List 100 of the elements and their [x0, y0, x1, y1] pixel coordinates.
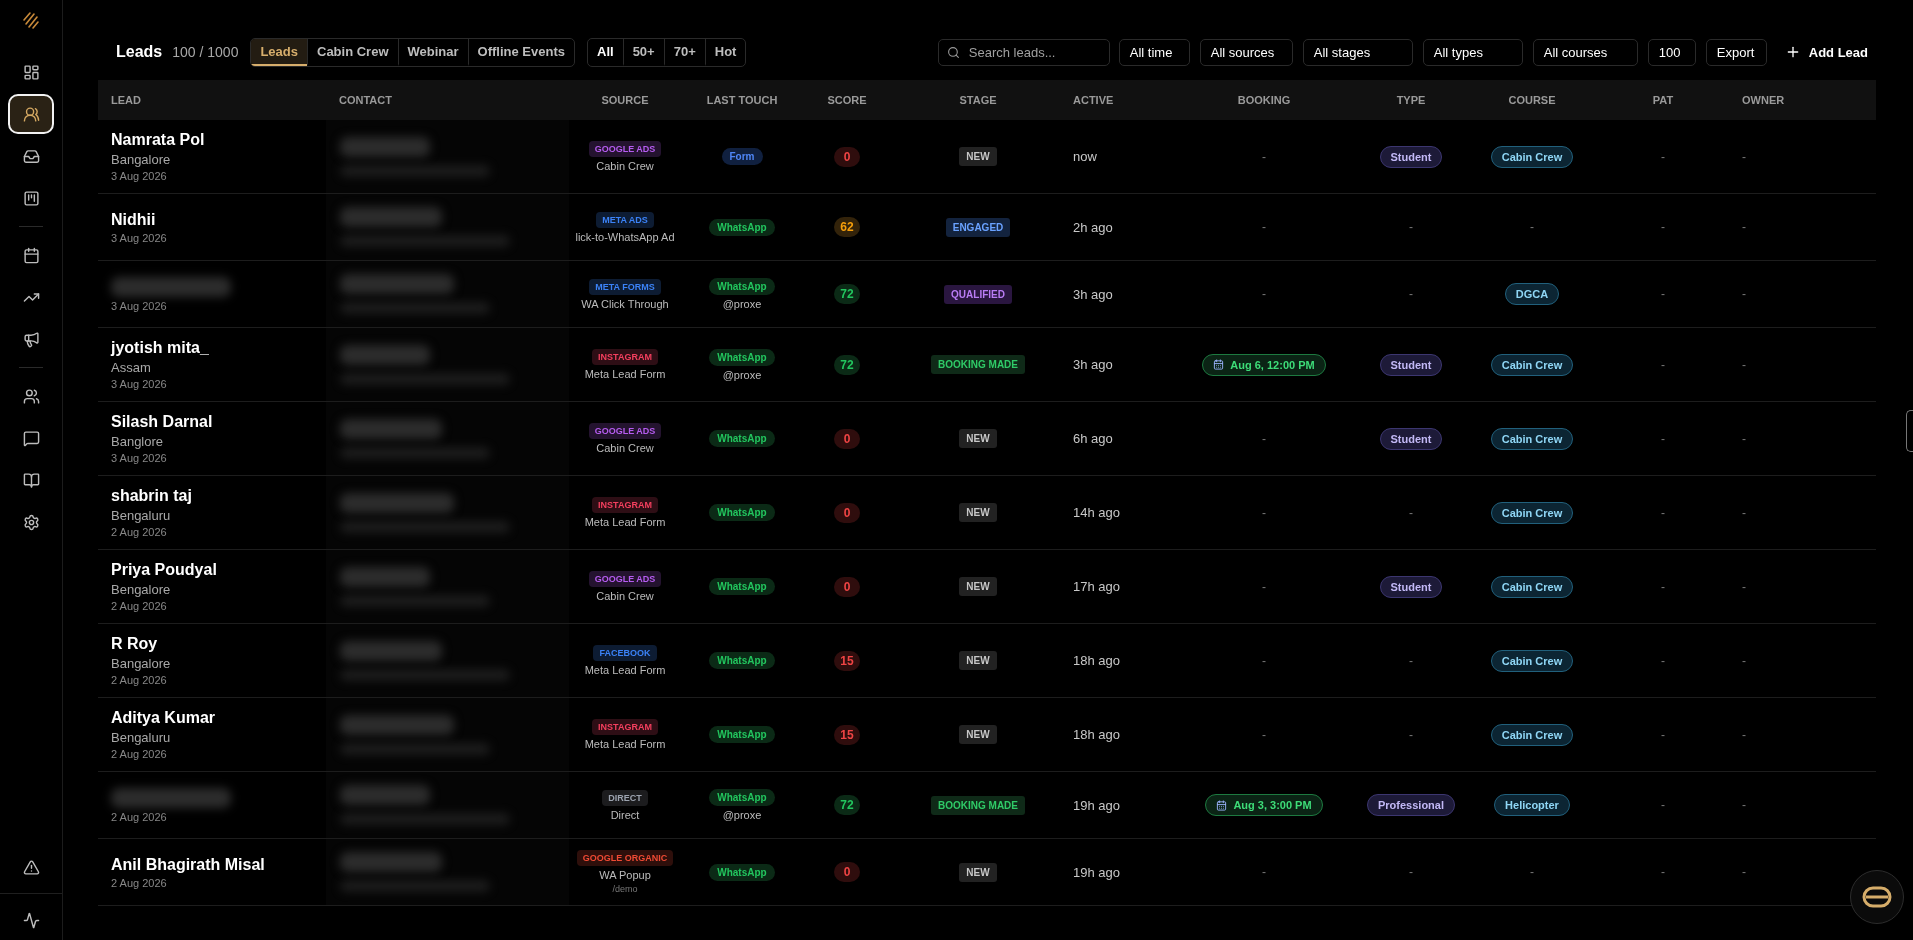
- empty-value: -: [1661, 653, 1665, 668]
- score-value: 72: [834, 795, 860, 815]
- lead-city: Bangalore: [111, 152, 172, 167]
- stage-tag: NEW: [959, 862, 997, 882]
- source-tag: GOOGLE ADS: [588, 141, 662, 157]
- type-chip: Professional: [1367, 794, 1455, 816]
- segment-tab[interactable]: Webinar: [397, 38, 468, 66]
- page-size-dropdown[interactable]: 100: [1647, 38, 1696, 66]
- booking-chip: Aug 6, 12:00 PM: [1202, 353, 1326, 376]
- filter-dropdown[interactable]: All time: [1118, 38, 1190, 66]
- empty-value: -: [1661, 505, 1665, 520]
- dashboard-icon: [22, 63, 40, 81]
- stage-tag: BOOKING MADE: [931, 795, 1025, 815]
- column-header: LAST TOUCH: [706, 94, 778, 106]
- filter-dropdown[interactable]: All courses: [1532, 38, 1638, 66]
- course-chip: Helicopter: [1494, 794, 1570, 816]
- search-field[interactable]: Search leads...: [937, 38, 1110, 66]
- type-chip: Student: [1379, 145, 1443, 168]
- source-tag: INSTAGRAM: [592, 497, 658, 513]
- column-header: BOOKING: [1237, 94, 1291, 106]
- channel-handle: @proxe: [722, 298, 762, 310]
- filter-dropdown[interactable]: All stages: [1302, 38, 1413, 66]
- score-value: 0: [834, 502, 860, 523]
- column-header: STAGE: [959, 94, 997, 106]
- lead-date: 2 Aug 2026: [111, 674, 168, 686]
- lead-date: 2 Aug 2026: [111, 600, 168, 612]
- filter-dropdown[interactable]: All types: [1422, 38, 1523, 66]
- last-active: 6h ago: [1073, 431, 1113, 446]
- source-tag: GOOGLE ORGANIC: [576, 850, 674, 866]
- score-filter-tab[interactable]: Hot: [704, 38, 746, 66]
- last-active: 18h ago: [1073, 653, 1120, 668]
- empty-value: -: [1262, 579, 1266, 594]
- empty-value: -: [1262, 287, 1266, 301]
- empty-value: -: [1409, 220, 1413, 234]
- lead-name: Namrata Pol: [111, 131, 206, 149]
- source-tag: DIRECT: [602, 789, 648, 806]
- lead-date: 3 Aug 2026: [111, 231, 168, 244]
- channel-tag: Form: [721, 148, 763, 165]
- lead-date: 3 Aug 2026: [111, 378, 168, 390]
- scroll-handle[interactable]: [1906, 410, 1913, 452]
- chat-launcher-button[interactable]: [1850, 870, 1904, 924]
- source-detail: Cabin Crew: [596, 590, 654, 602]
- column-header: LEAD: [111, 94, 141, 106]
- empty-value: -: [1661, 579, 1665, 594]
- last-active: 3h ago: [1073, 286, 1113, 302]
- score-value: 72: [834, 284, 860, 304]
- segment-tab[interactable]: Leads: [251, 38, 307, 66]
- course-chip: Cabin Crew: [1490, 145, 1574, 168]
- column-header: SOURCE: [601, 94, 649, 106]
- add-lead-button[interactable]: Add Lead: [1776, 44, 1876, 60]
- course-chip: Cabin Crew: [1490, 501, 1574, 524]
- course-chip: Cabin Crew: [1490, 427, 1574, 450]
- stage-tag: NEW: [959, 651, 997, 670]
- lead-name: shabrin taj: [111, 487, 193, 505]
- source-path: /demo: [612, 884, 638, 894]
- column-header: CONTACT: [339, 94, 392, 106]
- column-header: SCORE: [827, 94, 867, 106]
- score-value: 0: [834, 862, 860, 882]
- segment-tab[interactable]: Cabin Crew: [307, 38, 398, 66]
- source-tag: META FORMS: [589, 278, 661, 295]
- inbox-icon: [22, 147, 40, 165]
- lead-date: 2 Aug 2026: [111, 810, 168, 823]
- book-icon: [22, 471, 40, 489]
- calendar-icon: [22, 246, 40, 264]
- score-value: 15: [834, 724, 860, 745]
- empty-value: -: [1262, 149, 1266, 164]
- type-chip: Student: [1379, 353, 1443, 376]
- source-detail: Direct: [610, 808, 640, 821]
- empty-value: -: [1661, 865, 1665, 879]
- channel-tag: WhatsApp: [709, 218, 775, 236]
- channel-tag: WhatsApp: [709, 652, 775, 669]
- last-active: 19h ago: [1073, 797, 1120, 813]
- column-header: PAT: [1652, 94, 1674, 106]
- score-value: 0: [834, 576, 860, 597]
- filter-dropdown[interactable]: All sources: [1199, 38, 1293, 66]
- column-header: ACTIVE: [1073, 94, 1114, 106]
- score-filter-tab[interactable]: 70+: [663, 38, 705, 66]
- export-button[interactable]: Export: [1705, 38, 1767, 66]
- type-chip: Student: [1379, 575, 1443, 598]
- lead-city: Bangalore: [111, 656, 172, 671]
- source-detail: WA Click Through: [581, 297, 669, 310]
- score-filter-tab[interactable]: All: [588, 38, 623, 66]
- last-active: 3h ago: [1073, 357, 1113, 372]
- stage-tag: NEW: [959, 503, 997, 522]
- megaphone-icon: [22, 330, 40, 348]
- channel-tag: WhatsApp: [709, 348, 775, 366]
- empty-value: -: [1409, 287, 1413, 301]
- pulse-icon: [22, 911, 40, 929]
- search-input[interactable]: Search leads...: [966, 43, 1101, 61]
- lead-date: 2 Aug 2026: [111, 526, 168, 538]
- empty-value: -: [1661, 287, 1665, 301]
- score-value: 0: [834, 146, 860, 167]
- sidebar-item[interactable]: [8, 94, 54, 134]
- empty-value: -: [1262, 220, 1266, 234]
- score-filter-tab[interactable]: 50+: [622, 38, 664, 66]
- page-title: Leads: [116, 43, 163, 61]
- stage-tag: QUALIFIED: [944, 284, 1012, 304]
- empty-value: -: [1409, 505, 1413, 520]
- segment-tab[interactable]: Offline Events: [467, 38, 574, 66]
- type-chip: Student: [1379, 427, 1443, 450]
